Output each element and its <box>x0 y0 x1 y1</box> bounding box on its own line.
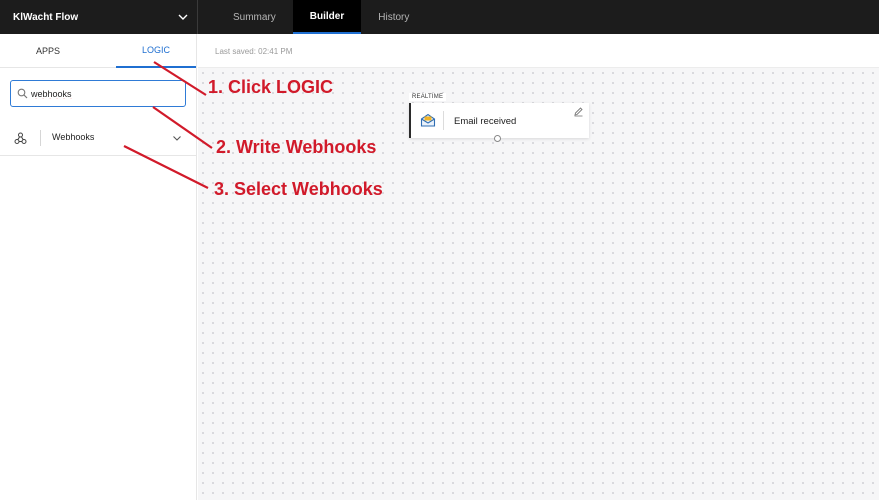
chevron-down-icon <box>178 14 188 20</box>
node-type-badge: REALTIME <box>409 93 447 101</box>
tab-summary[interactable]: Summary <box>216 0 293 34</box>
divider <box>443 111 444 130</box>
node-connector-handle[interactable] <box>494 135 501 142</box>
webhook-icon <box>14 132 27 144</box>
top-bar: KlWacht Flow Summary Builder History <box>0 0 879 34</box>
annotation-step-3: 3. Select Webhooks <box>214 179 383 199</box>
tab-apps[interactable]: APPS <box>8 34 88 68</box>
chevron-down-icon[interactable] <box>172 133 182 143</box>
last-saved-status: Last saved: 02:41 PM <box>215 47 293 56</box>
flow-name: KlWacht Flow <box>13 11 79 23</box>
sidebar: APPS LOGIC Webhooks <box>0 34 197 500</box>
annotation-step-1: 1. Click LOGIC <box>208 77 334 97</box>
tab-builder[interactable]: Builder <box>292 0 362 34</box>
trigger-node-email-received[interactable]: Email received <box>409 103 589 138</box>
main-tabs: Summary Builder History <box>216 0 426 34</box>
pencil-icon[interactable] <box>573 106 584 117</box>
sidebar-tabs: APPS LOGIC <box>0 34 197 68</box>
annotation-step-2: 2. Write Webhooks <box>216 137 377 157</box>
canvas-header: Last saved: 02:41 PM <box>198 34 879 68</box>
node-label: Email received <box>454 116 517 127</box>
divider <box>40 130 41 146</box>
search-icon <box>17 88 28 99</box>
tab-history[interactable]: History <box>361 0 426 34</box>
email-envelope-icon <box>420 113 436 127</box>
list-item-label: Webhooks <box>52 132 95 142</box>
search-input[interactable] <box>31 85 181 103</box>
search-box <box>10 80 186 107</box>
flow-selector[interactable]: KlWacht Flow <box>0 0 198 34</box>
tab-logic[interactable]: LOGIC <box>116 34 196 68</box>
list-item-webhooks[interactable]: Webhooks <box>0 120 197 156</box>
